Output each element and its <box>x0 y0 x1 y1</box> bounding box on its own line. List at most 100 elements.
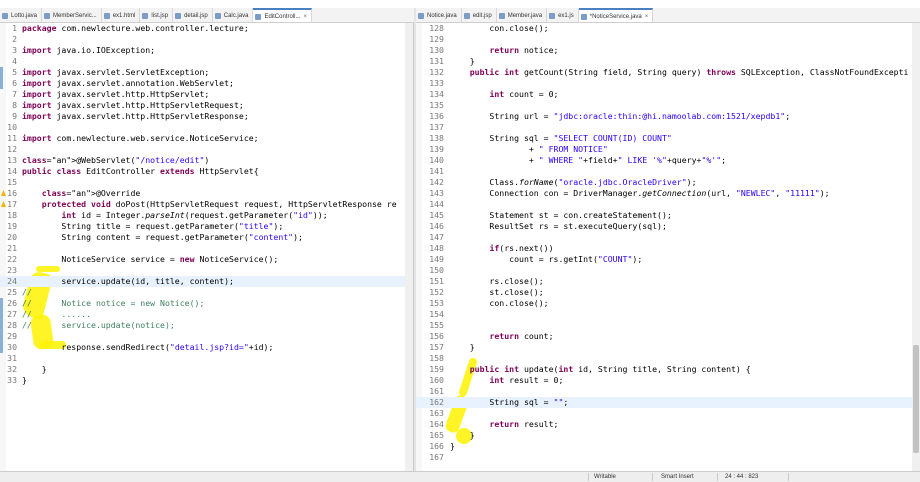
code-line[interactable]: 138 String sql = "SELECT COUNT(ID) COUNT… <box>416 133 920 144</box>
code-line[interactable]: 154 <box>416 309 920 320</box>
code-line[interactable]: 19 String title = request.getParameter("… <box>0 221 413 232</box>
code-text[interactable]: NoticeService service = new NoticeServic… <box>22 254 278 265</box>
code-text[interactable]: return notice; <box>450 45 558 56</box>
code-text[interactable]: return count; <box>450 331 553 342</box>
code-line[interactable]: 25 // <box>0 287 413 298</box>
code-text[interactable]: if(rs.next()) <box>450 243 553 254</box>
code-line[interactable]: 7 import javax.servlet.http.HttpServlet; <box>0 89 413 100</box>
code-line[interactable]: 158 <box>416 353 920 364</box>
code-text[interactable]: String url = "jdbc:oracle:thin:@hi.namoo… <box>450 111 790 122</box>
code-line[interactable]: 156 return count; <box>416 331 920 342</box>
code-line[interactable]: 141 <box>416 166 920 177</box>
code-text[interactable]: import javax.servlet.ServletException; <box>22 67 209 78</box>
code-line[interactable]: 131 } <box>416 56 920 67</box>
code-text[interactable]: } <box>450 430 475 441</box>
code-line[interactable]: 139 + " FROM NOTICE" <box>416 144 920 155</box>
code-text[interactable]: protected void doPost(HttpServletRequest… <box>22 199 397 210</box>
code-line[interactable]: 31 <box>0 353 413 364</box>
right-vertical-scrollbar[interactable] <box>912 23 920 471</box>
code-line[interactable]: 12 <box>0 144 413 155</box>
code-text[interactable]: // <box>22 287 32 298</box>
code-line[interactable]: 130 return notice; <box>416 45 920 56</box>
code-line[interactable]: 164 return result; <box>416 419 920 430</box>
code-line[interactable]: 155 <box>416 320 920 331</box>
editor-tab[interactable]: MemberServic... <box>42 8 102 22</box>
code-text[interactable]: int id = Integer.parseInt(request.getPar… <box>22 210 327 221</box>
code-line[interactable]: 8 import javax.servlet.http.HttpServletRe… <box>0 100 413 111</box>
code-line[interactable]: 163 <box>416 408 920 419</box>
code-text[interactable]: import com.newlecture.web.service.Notice… <box>22 133 259 144</box>
code-line[interactable]: 32 } <box>0 364 413 375</box>
code-line[interactable]: 13 class="an">@WebServlet("/notice/edit") <box>0 155 413 166</box>
code-line[interactable]: 160 int result = 0; <box>416 375 920 386</box>
editor-tab[interactable]: *NoticeService.java × <box>578 8 654 22</box>
code-line[interactable]: 133 <box>416 78 920 89</box>
editor-tab[interactable]: list.jsp <box>140 8 174 22</box>
code-line[interactable]: 161 <box>416 386 920 397</box>
right-scrollbar-thumb[interactable] <box>913 345 919 453</box>
code-line[interactable]: 132 public int getCount(String field, St… <box>416 67 920 78</box>
close-tab-icon[interactable]: × <box>645 14 649 20</box>
code-line[interactable]: 22 NoticeService service = new NoticeSer… <box>0 254 413 265</box>
code-text[interactable]: } <box>22 364 47 375</box>
code-text[interactable]: } <box>22 375 27 386</box>
code-text[interactable]: String content = request.getParameter("c… <box>22 232 303 243</box>
code-line[interactable]: 149 count = rs.getInt("COUNT"); <box>416 254 920 265</box>
code-line[interactable]: 144 <box>416 199 920 210</box>
code-text[interactable]: + " FROM NOTICE" <box>450 144 608 155</box>
code-line[interactable]: 146 ResultSet rs = st.executeQuery(sql); <box>416 221 920 232</box>
code-line[interactable]: 137 <box>416 122 920 133</box>
code-text[interactable]: int result = 0; <box>450 375 563 386</box>
code-line[interactable]: 18 int id = Integer.parseInt(request.get… <box>0 210 413 221</box>
code-line[interactable]: 20 String content = request.getParameter… <box>0 232 413 243</box>
code-line[interactable]: 21 <box>0 243 413 254</box>
code-text[interactable]: } <box>450 441 455 452</box>
code-line[interactable]: 33} <box>0 375 413 386</box>
code-text[interactable]: import javax.servlet.http.HttpServletRes… <box>22 111 249 122</box>
code-line[interactable]: 24 service.update(id, title, content); <box>0 276 413 287</box>
code-line[interactable]: 1 package com.newlecture.web.controller.l… <box>0 23 413 34</box>
code-text[interactable]: // ...... <box>22 309 91 320</box>
code-line[interactable]: 27 // ...... <box>0 309 413 320</box>
left-editor-pane[interactable]: 1 package com.newlecture.web.controller.l… <box>0 23 414 471</box>
code-line[interactable]: 153 con.close(); <box>416 298 920 309</box>
code-text[interactable]: String sql = "SELECT COUNT(ID) COUNT" <box>450 133 671 144</box>
code-line[interactable]: 140 + " WHERE "+field+" LIKE '%"+query+"… <box>416 155 920 166</box>
code-line[interactable]: 6 import javax.servlet.annotation.WebServ… <box>0 78 413 89</box>
code-text[interactable]: public class EditController extends Http… <box>22 166 259 177</box>
code-text[interactable]: package com.newlecture.web.controller.le… <box>22 23 249 34</box>
code-line[interactable]: 129 <box>416 34 920 45</box>
code-line[interactable]: 165 } <box>416 430 920 441</box>
code-text[interactable]: + " WHERE "+field+" LIKE '%"+query+"%'"; <box>450 155 726 166</box>
code-line[interactable]: 26 // Notice notice = new Notice(); <box>0 298 413 309</box>
code-line[interactable]: 151 rs.close(); <box>416 276 920 287</box>
code-text[interactable]: public int getCount(String field, String… <box>450 67 909 78</box>
code-line[interactable]: 159 public int update(int id, String tit… <box>416 364 920 375</box>
code-text[interactable]: response.sendRedirect("detail.jsp?id="+i… <box>22 342 273 353</box>
code-line[interactable]: 28 // service.update(notice); <box>0 320 413 331</box>
code-text[interactable]: String sql = ""; <box>450 397 568 408</box>
editor-tab[interactable]: Member.java <box>497 8 548 22</box>
code-line[interactable]: 3 import java.io.IOException; <box>0 45 413 56</box>
code-text[interactable]: class="an">@WebServlet("/notice/edit") <box>22 155 209 166</box>
code-text[interactable]: st.close(); <box>450 287 543 298</box>
code-line[interactable]: 142 Class.forName("oracle.jdbc.OracleDri… <box>416 177 920 188</box>
code-line[interactable]: 166} <box>416 441 920 452</box>
code-line[interactable]: 152 st.close(); <box>416 287 920 298</box>
editor-tab[interactable]: Lotto.java <box>0 8 43 22</box>
code-line[interactable]: 30 response.sendRedirect("detail.jsp?id=… <box>0 342 413 353</box>
code-text[interactable]: } <box>450 56 475 67</box>
code-text[interactable]: import javax.servlet.annotation.WebServl… <box>22 78 234 89</box>
code-text[interactable]: public int update(int id, String title, … <box>450 364 751 375</box>
code-line[interactable]: 9 import javax.servlet.http.HttpServletRe… <box>0 111 413 122</box>
code-text[interactable]: ResultSet rs = st.executeQuery(sql); <box>450 221 666 232</box>
code-line[interactable]: 162 String sql = ""; <box>416 397 920 408</box>
code-line[interactable]: 15 <box>0 177 413 188</box>
editor-tab[interactable]: Calc.java <box>213 8 254 22</box>
code-text[interactable]: con.close(); <box>450 298 548 309</box>
code-text[interactable]: } <box>450 342 475 353</box>
code-line[interactable]: 157 } <box>416 342 920 353</box>
editor-tab[interactable]: Notice.java <box>416 8 462 22</box>
code-line[interactable]: 2 <box>0 34 413 45</box>
code-text[interactable]: count = rs.getInt("COUNT"); <box>450 254 642 265</box>
